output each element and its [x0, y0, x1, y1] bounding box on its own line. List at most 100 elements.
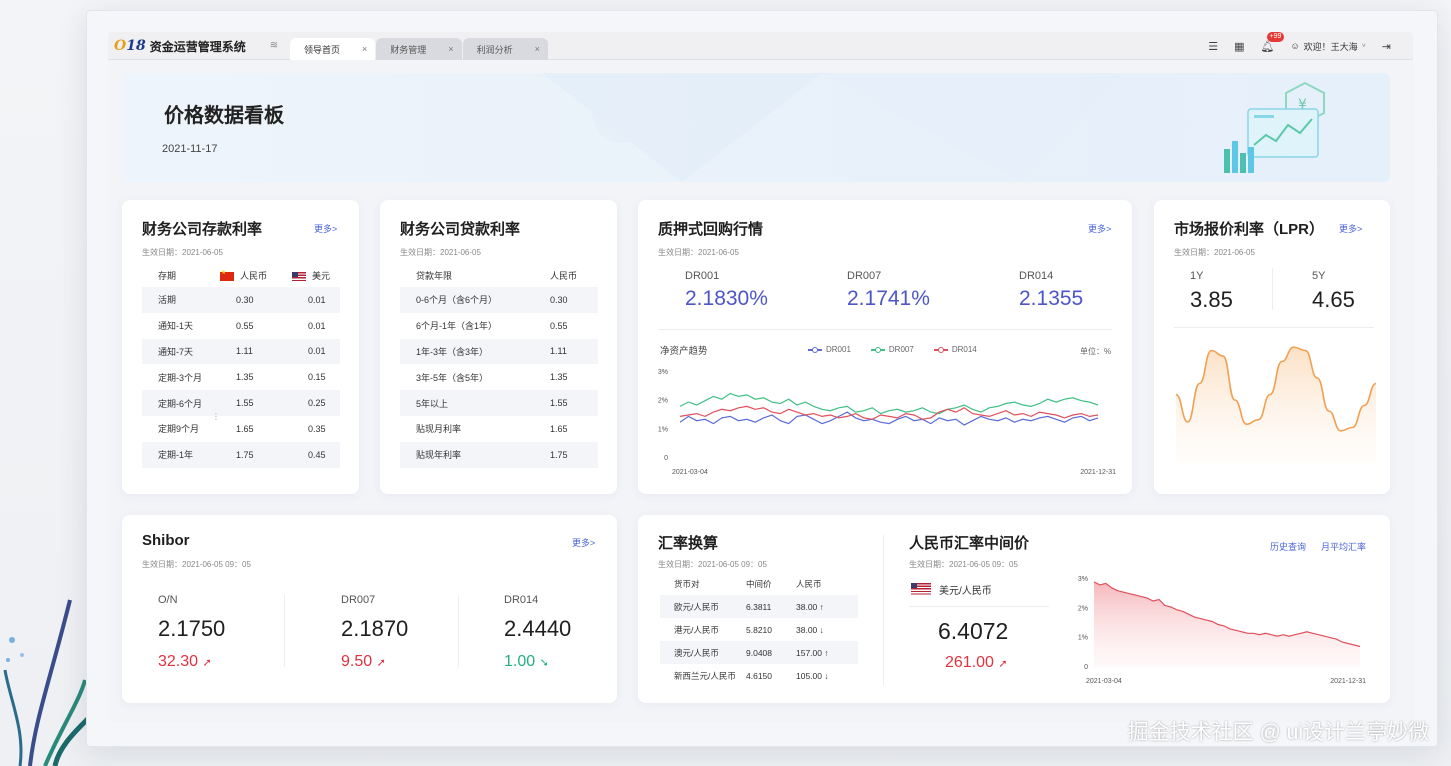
y-tick-label: 0	[664, 455, 668, 462]
shibor-title: Shibor	[142, 532, 190, 549]
menu-icon[interactable]: ☰	[1208, 40, 1218, 53]
toolbar-right: ☰ ▦ 🔔︎ +99 ☺ 欢迎！王大海 ˅ ⇥	[1208, 32, 1391, 60]
arrow-up-icon: ➚	[202, 657, 212, 669]
shibor-change-dr007: 9.50 ➚	[341, 653, 386, 670]
x-tick-label: 2021-03-04	[1086, 678, 1122, 685]
shibor-more-link[interactable]: 更多>	[572, 536, 595, 549]
table-row: 定期-6个月 1.55 0.25	[142, 390, 340, 416]
divider	[658, 329, 1112, 330]
divider	[284, 595, 285, 667]
logout-icon[interactable]: ⇥	[1382, 40, 1391, 53]
arrow-up-icon: ➚	[998, 658, 1008, 670]
notification-badge: +99	[1266, 32, 1285, 42]
lpr-label-5y: 5Y	[1312, 270, 1326, 282]
china-flag-icon	[220, 269, 234, 281]
lpr-value-5y: 4.65	[1312, 287, 1355, 312]
logo-mark: O18	[114, 38, 146, 54]
repo-label-dr014: DR014	[1019, 270, 1054, 282]
effective-date: 生效日期：2021-06-05 09：05	[658, 560, 767, 569]
arrow-down-icon: ➘	[539, 657, 549, 669]
repo-more-link[interactable]: 更多>	[1088, 222, 1111, 235]
history-query-link[interactable]: 历史查询	[1270, 540, 1306, 553]
close-icon[interactable]: ×	[448, 44, 453, 54]
tab-profit-analysis[interactable]: 利润分析 ×	[462, 38, 548, 60]
effective-date: 生效日期：2021-06-05	[142, 248, 223, 257]
col-cny: 人民币	[220, 263, 292, 287]
fx-card: 汇率换算 生效日期：2021-06-05 09：05 货币对 中间价 人民币 欧…	[638, 515, 1390, 703]
shibor-label-dr007: DR007	[341, 594, 376, 606]
cny-mid-value: 6.4072	[938, 618, 1009, 644]
tab-leader-home[interactable]: 领导首页 ×	[290, 38, 376, 60]
user-icon: ☺	[1290, 41, 1300, 51]
repo-trend-chart: 3% 2% 1% 0 2021-03-04 2021-12-31	[658, 369, 1116, 476]
close-icon[interactable]: ×	[535, 44, 540, 54]
series-line-dr007	[679, 392, 1099, 415]
shibor-change-on: 32.30 ➚	[158, 653, 212, 670]
legend-dr014[interactable]: DR014	[933, 345, 977, 354]
table-row: 5年以上 1.55	[400, 390, 598, 416]
shibor-value-on: 2.1750	[158, 616, 226, 641]
deposit-rate-card: 财务公司存款利率 更多> 生效日期：2021-06-05 存期 人民币 美元 活…	[122, 200, 359, 494]
lpr-card: 市场报价利率（LPR） 更多> 生效日期：2021-06-05 1Y 3.85 …	[1154, 200, 1390, 494]
effective-date: 生效日期：2021-06-05	[400, 248, 481, 257]
y-tick-label: 1%	[1078, 635, 1088, 642]
effective-date: 生效日期：2021-06-05 09：05	[142, 560, 251, 569]
effective-date: 生效日期：2021-06-05	[658, 248, 739, 257]
shibor-value-dr007: 2.1870	[341, 616, 409, 641]
collapse-menu-icon[interactable]: ≋	[268, 40, 280, 52]
table-row: 港元/人民币 5.8210 38.00 ↓	[674, 624, 824, 635]
tab-label: 财务管理	[390, 44, 427, 55]
effective-date: 生效日期：2021-06-05 09：05	[909, 560, 1018, 569]
table-row: 定期9个月 1.65 0.35	[158, 423, 326, 435]
sidebar-handle-icon[interactable]: ⋮	[212, 412, 222, 428]
us-flag-icon	[292, 271, 306, 281]
repo-value-dr014: 2.1355	[1019, 287, 1084, 310]
plant-decoration	[3, 599, 98, 766]
legend-dr001[interactable]: DR001	[808, 345, 851, 354]
repo-label-dr001: DR001	[685, 270, 720, 282]
arrow-up-icon: ➚	[376, 657, 386, 669]
divider	[1272, 268, 1273, 310]
page-title: 价格数据看板	[164, 105, 284, 127]
loan-rate-table: 贷款年限 人民币 0-6个月（含6个月） 0.30 6个月-1年（含1年） 0.55…	[400, 263, 598, 468]
table-row: 欧元/人民币 6.3811 38.00 ↑	[660, 595, 858, 618]
shibor-label-dr014: DR014	[504, 594, 539, 606]
repo-title: 质押式回购行情	[658, 221, 764, 238]
app-title: 资金运营管理系统	[149, 39, 246, 54]
table-row: 1年-3年（含3年） 1.11	[400, 338, 598, 365]
currency-pair: 美元/人民币	[911, 582, 992, 597]
lpr-more-link[interactable]: 更多>	[1339, 222, 1362, 235]
col-term: 贷款年限	[416, 270, 453, 281]
table-row: 0-6个月（含6个月） 0.30	[400, 287, 598, 313]
shibor-label-on: O/N	[158, 594, 178, 606]
table-row: 通知-1天 0.55 0.01	[158, 320, 326, 332]
deposit-more-link[interactable]: 更多>	[314, 222, 337, 235]
lpr-value-1y: 3.85	[1190, 287, 1233, 312]
bell-icon[interactable]: 🔔︎ +99	[1261, 32, 1285, 53]
app-content: O18 资金运营管理系统 ≋ 领导首页 × 财务管理 × 利润分析 × ☰ ▦ …	[108, 32, 1413, 722]
user-menu[interactable]: ☺ 欢迎！王大海 ˅	[1290, 40, 1365, 53]
shibor-value-dr014: 2.4440	[504, 616, 572, 641]
table-row: 定期-3个月 1.35 0.15	[158, 372, 326, 383]
x-tick-label: 2021-03-04	[672, 469, 708, 476]
repo-value-dr001: 2.1830%	[685, 287, 768, 310]
legend-dr007[interactable]: DR007	[870, 345, 914, 354]
close-icon[interactable]: ×	[362, 44, 367, 54]
y-tick-label: 0	[1084, 664, 1088, 671]
deposit-rate-table: 存期 人民币 美元 活期0.300.01 通知-1天0.550.01 通知-7天…	[142, 263, 340, 468]
lpr-title: 市场报价利率（LPR）	[1174, 221, 1325, 238]
x-tick-label: 2021-12-31	[1080, 469, 1116, 476]
divider	[1174, 327, 1374, 328]
table-row: 新西兰元/人民币 4.6150 105.00 ↓	[674, 670, 829, 681]
grid-apps-icon[interactable]: ▦	[1234, 40, 1244, 53]
y-tick-label: 1%	[658, 426, 668, 433]
chevron-down-icon: ˅	[1361, 42, 1366, 50]
banner-date: 2021-11-17	[162, 143, 218, 155]
panel-divider	[883, 535, 884, 685]
cny-mid-title: 人民币汇率中间价	[909, 535, 1030, 552]
tab-bar: 领导首页 × 财务管理 × 利润分析 ×	[290, 38, 549, 60]
repo-label-dr007: DR007	[847, 270, 882, 282]
tab-finance[interactable]: 财务管理 ×	[376, 38, 462, 60]
monthly-average-link[interactable]: 月平均汇率	[1321, 540, 1366, 553]
app-logo[interactable]: O18 资金运营管理系统	[114, 37, 246, 55]
